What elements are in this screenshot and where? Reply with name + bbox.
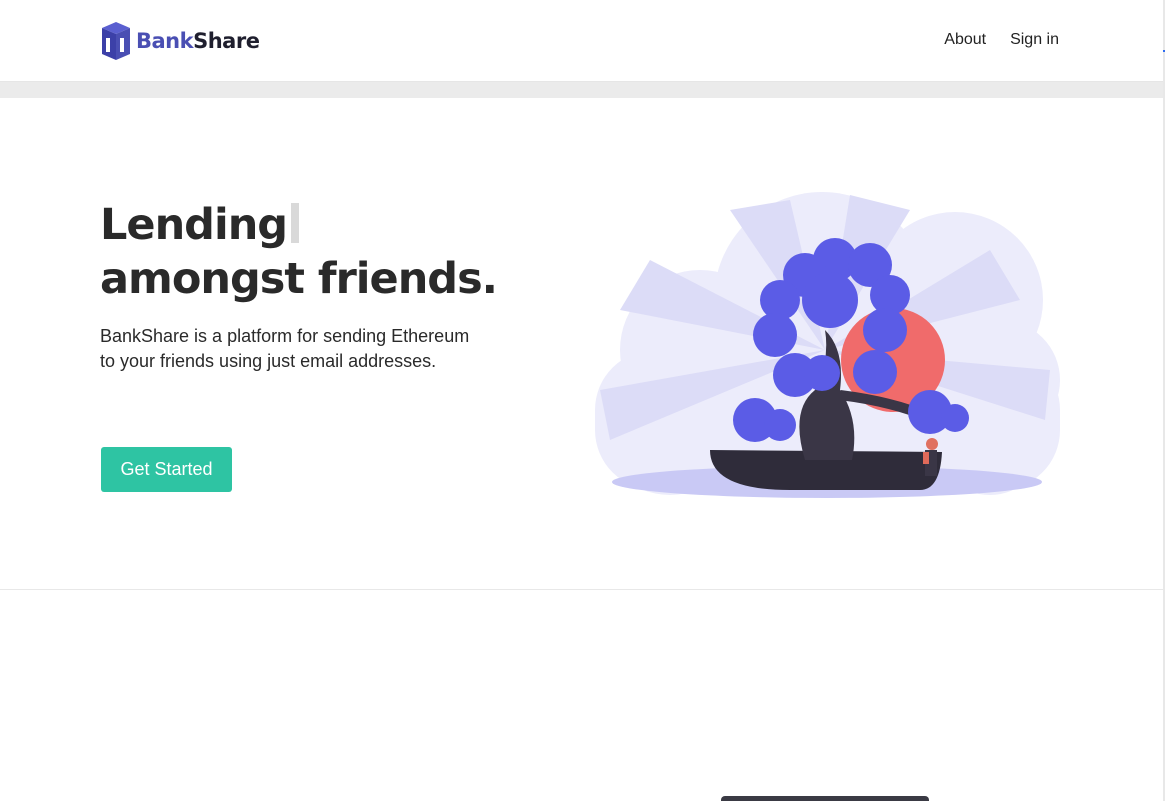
bonsai-tree-illustration: [595, 192, 1060, 498]
nav-sign-in-link[interactable]: Sign in: [1010, 31, 1059, 49]
hero-headline: Lending amongst friends.: [100, 198, 498, 306]
nav-about-link[interactable]: About: [944, 31, 986, 49]
header-divider-band: [0, 82, 1163, 98]
lower-section-preview: [721, 796, 929, 801]
hero-description: BankShare is a platform for sending Ethe…: [100, 326, 470, 371]
brand-logo[interactable]: BankShare: [100, 22, 260, 60]
brand-name-part2: Share: [193, 29, 260, 53]
top-navbar: BankShare About Sign in: [0, 0, 1163, 82]
typing-cursor: [291, 203, 300, 243]
get-started-button[interactable]: Get Started: [101, 447, 232, 492]
brand-name: BankShare: [136, 29, 260, 53]
bankshare-logo-icon: [102, 22, 130, 60]
hero-section: Lending amongst friends. BankShare is a …: [0, 98, 1163, 590]
nav-links: About Sign in: [944, 31, 1059, 49]
headline-line1: Lending: [100, 200, 288, 250]
headline-line2: amongst friends.: [100, 254, 498, 304]
brand-name-part1: Bank: [136, 29, 194, 53]
